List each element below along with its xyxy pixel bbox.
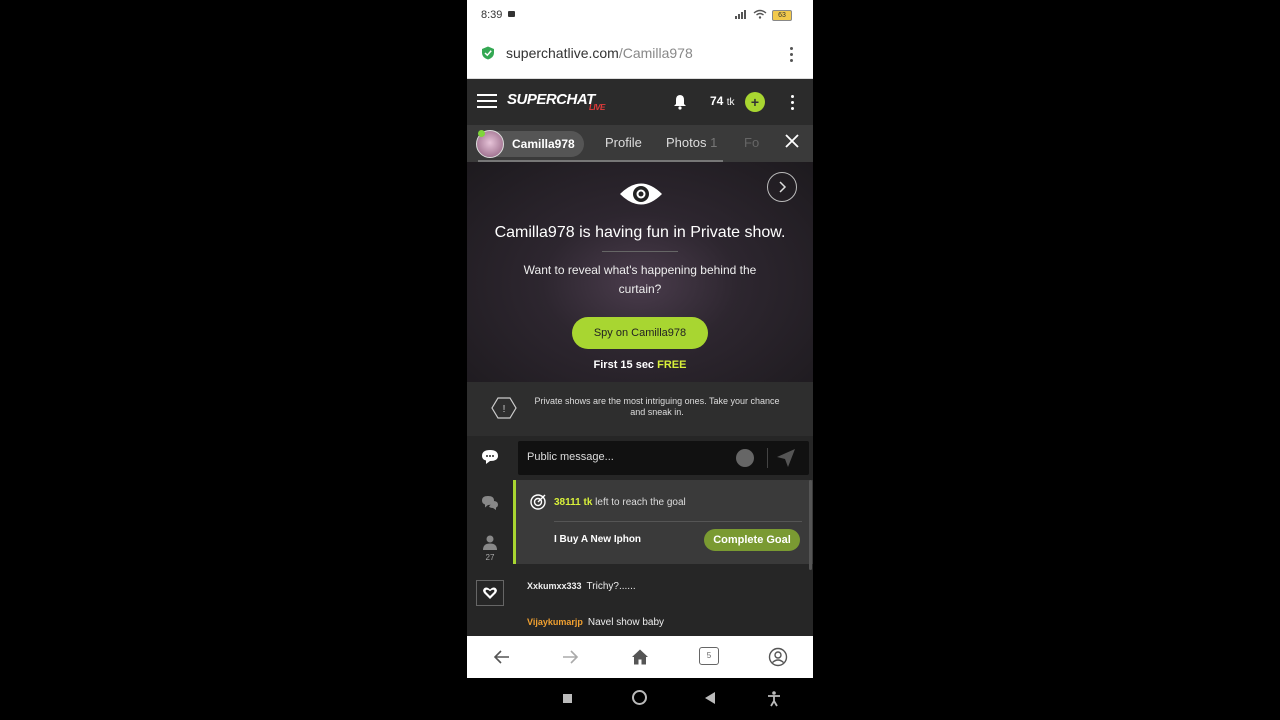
video-record-icon <box>508 11 515 17</box>
chat-sidebar: 27 <box>467 436 513 636</box>
public-chat-icon[interactable] <box>481 449 499 465</box>
url-host: superchatlive.com <box>506 45 619 61</box>
chat-message: Vijaykumarjp Navel show baby <box>527 617 664 628</box>
goal-progress-text: 38111 tk left to reach the goal <box>554 497 686 508</box>
account-icon[interactable] <box>768 647 788 667</box>
free-trial-text: First 15 sec FREE <box>467 359 813 371</box>
accessibility-icon[interactable] <box>767 691 781 707</box>
goal-amount: 38111 tk <box>554 497 593 508</box>
chat-username[interactable]: Vijaykumarjp <box>527 617 583 627</box>
phone-screen: 8:39 63 superchatlive.com/Camilla978 SUP… <box>467 0 813 720</box>
secure-shield-icon <box>482 46 494 60</box>
buy-tokens-button[interactable]: + <box>745 92 765 112</box>
tab-photos[interactable]: Photos 1 <box>666 135 717 150</box>
private-messages-icon[interactable] <box>481 495 499 511</box>
users-icon[interactable] <box>481 534 499 550</box>
logo-text: SUPERCHAT <box>507 91 595 108</box>
private-show-subtitle: Want to reveal what's happening behind t… <box>523 263 757 296</box>
online-status-dot <box>478 130 485 137</box>
tabs-count-icon[interactable]: 5 <box>699 647 719 665</box>
chat-text: Navel show baby <box>587 617 665 628</box>
logo-live-text: LIVE <box>589 103 605 112</box>
chevron-right-icon <box>779 181 787 193</box>
model-pill[interactable]: Camilla978 <box>476 130 584 158</box>
public-message-input[interactable] <box>527 451 717 463</box>
warning-hexagon-icon: ! <box>491 397 517 419</box>
goal-panel: 38111 tk left to reach the goal I Buy A … <box>513 480 813 564</box>
chat-text: Trichy?...... <box>586 581 636 592</box>
spy-button[interactable]: Spy on Camilla978 <box>572 317 708 349</box>
notification-bell-icon[interactable] <box>673 94 687 110</box>
superchat-logo[interactable]: SUPERCHAT LIVE <box>507 91 605 112</box>
tab-profile[interactable]: Profile <box>605 135 642 150</box>
public-message-box <box>518 441 809 475</box>
user-count: 27 <box>485 553 495 562</box>
send-icon[interactable] <box>776 448 796 468</box>
browser-url-bar[interactable]: superchatlive.com/Camilla978 <box>467 30 813 79</box>
site-header: SUPERCHAT LIVE 74 tk + <box>467 79 813 125</box>
target-icon <box>530 494 546 510</box>
goal-name: I Buy A New Iphon <box>554 534 642 545</box>
profile-tabs-bar: Camilla978 Profile Photos 1 Fo <box>467 125 813 162</box>
eye-icon <box>620 183 662 205</box>
url-path: /Camilla978 <box>618 45 693 61</box>
url-text[interactable]: superchatlive.com/Camilla978 <box>506 45 693 61</box>
recents-square-icon[interactable] <box>563 694 572 703</box>
divider <box>767 448 768 468</box>
hamburger-menu-icon[interactable] <box>477 94 497 110</box>
browser-bottom-nav: 5 <box>467 636 813 678</box>
token-unit: tk <box>726 97 735 108</box>
chat-username[interactable]: Xxkumxx333 <box>527 581 582 591</box>
tab-photos-label: Photos <box>666 135 707 150</box>
tab-photos-count: 1 <box>710 135 718 150</box>
site-menu-icon[interactable] <box>786 92 798 112</box>
tab-fo[interactable]: Fo <box>744 135 759 150</box>
goal-remaining-label: left to reach the goal <box>595 497 686 508</box>
token-balance: 74 tk <box>710 94 734 108</box>
close-icon[interactable] <box>785 134 799 148</box>
signal-icon <box>735 10 749 19</box>
chat-area: 27 38111 tk left to reach the goa <box>467 436 813 636</box>
divider <box>602 251 678 252</box>
home-circle-icon[interactable] <box>632 690 647 705</box>
back-triangle-icon[interactable] <box>704 691 716 705</box>
favorite-button[interactable] <box>476 580 504 606</box>
heart-icon <box>483 587 497 599</box>
home-icon[interactable] <box>630 647 650 667</box>
browser-menu-icon[interactable] <box>785 44 797 64</box>
back-arrow-icon[interactable] <box>492 647 512 667</box>
free-label: FREE <box>657 359 687 371</box>
private-show-panel: Camilla978 is having fun in Private show… <box>467 162 813 382</box>
info-strip: ! Private shows are the most intriguing … <box>467 382 813 436</box>
private-show-title: Camilla978 is having fun in Private show… <box>494 224 786 241</box>
chat-message: Xxkumxx333 Trichy?...... <box>527 581 636 592</box>
warning-glyph: ! <box>503 404 506 415</box>
complete-goal-button[interactable]: Complete Goal <box>704 529 800 551</box>
model-username: Camilla978 <box>512 137 575 151</box>
free-prefix: First 15 sec <box>593 359 655 371</box>
emoji-icon[interactable] <box>736 449 754 467</box>
status-time: 8:39 <box>481 9 503 21</box>
token-count: 74 <box>710 94 724 108</box>
divider <box>554 521 802 522</box>
info-text: Private shows are the most intriguing on… <box>534 396 780 417</box>
next-model-button[interactable] <box>767 172 797 202</box>
wifi-icon <box>753 9 767 19</box>
status-bar: 8:39 63 <box>467 0 813 30</box>
battery-icon: 63 <box>772 10 792 21</box>
forward-arrow-icon[interactable] <box>560 647 580 667</box>
chat-scrollbar[interactable] <box>809 480 812 570</box>
android-nav-bar <box>467 678 813 720</box>
